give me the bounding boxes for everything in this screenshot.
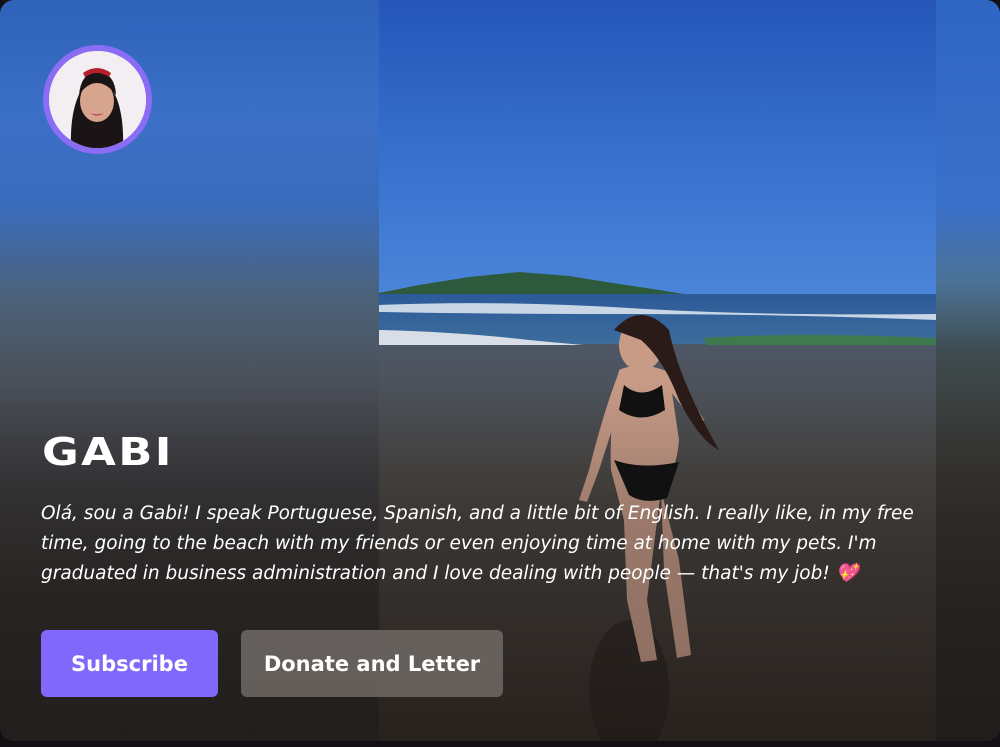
donate-and-letter-button[interactable]: Donate and Letter bbox=[241, 630, 503, 697]
profile-bio: Olá, sou a Gabi! I speak Portuguese, Spa… bbox=[41, 503, 914, 584]
background-blur-strip bbox=[936, 0, 1000, 741]
profile-name: GABI bbox=[42, 430, 174, 474]
subscribe-button[interactable]: Subscribe bbox=[41, 630, 218, 697]
profile-card: GABI Olá, sou a Gabi! I speak Portuguese… bbox=[0, 0, 1000, 741]
profile-avatar[interactable] bbox=[43, 45, 152, 154]
